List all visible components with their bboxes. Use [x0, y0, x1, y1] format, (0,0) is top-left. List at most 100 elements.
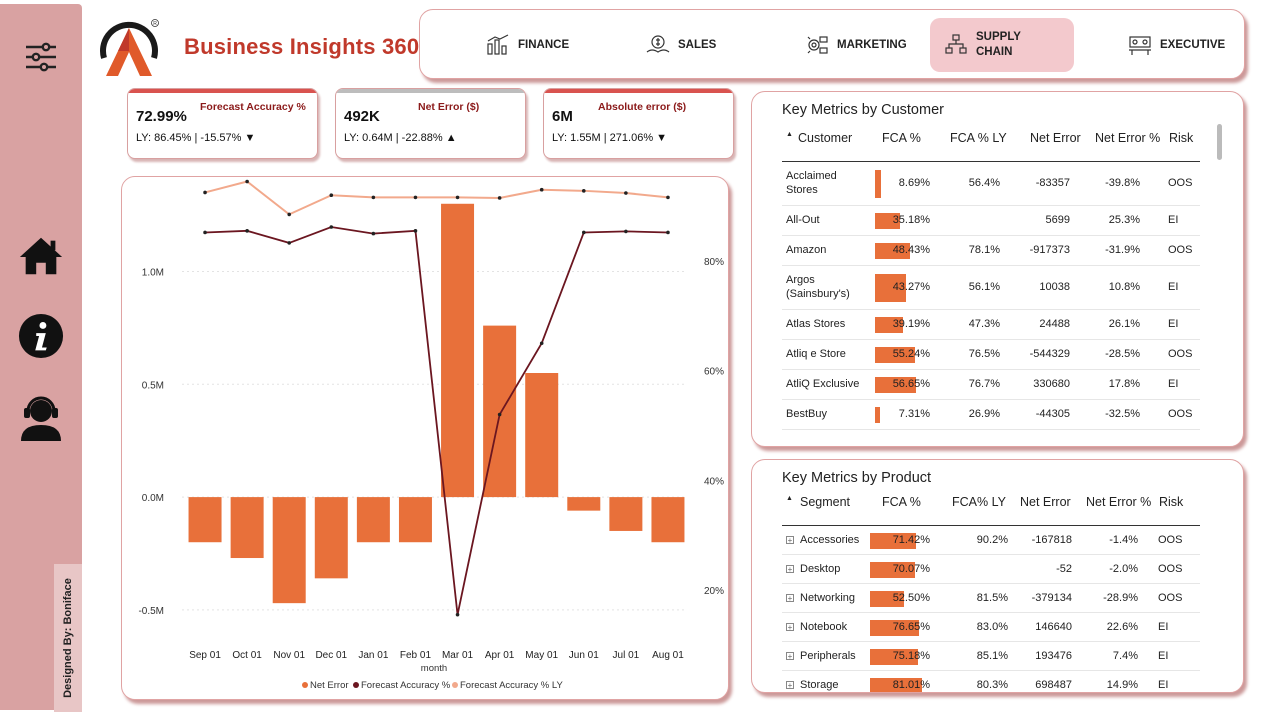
- cell-risk: OOS: [1158, 591, 1183, 604]
- table-row[interactable]: AtliQ Exclusive 56.65% 76.7% 330680 17.8% EI: [782, 370, 1200, 400]
- net-error-forecast-chart[interactable]: 1.0M 0.5M 0.0M -0.5M 80% 60% 40% 20% Sep 01 Oct 0…: [121, 176, 729, 700]
- table-row[interactable]: + Storage 81.01% 80.3% 698487 14.9% EI: [782, 671, 1200, 692]
- cell-fca-ly: 78.1%: [968, 244, 1000, 256]
- cell-risk: EI: [1168, 214, 1179, 226]
- tab-finance[interactable]: FINANCE: [472, 18, 583, 72]
- table-row[interactable]: Acclaimed Stores 8.69% 56.4% -83357 -39.8% OOS: [782, 162, 1200, 206]
- row-name: AtliQ Exclusive: [786, 378, 860, 390]
- tab-marketing[interactable]: MARKETING: [791, 18, 921, 72]
- fca-ly-line-point: [413, 195, 418, 200]
- cell-risk: OOS: [1158, 562, 1183, 575]
- sidebar: Designed By: Boniface: [0, 4, 82, 712]
- row-name-line-2: Stores: [786, 184, 818, 196]
- cell-fca-ly: 81.5%: [976, 591, 1008, 604]
- column-header[interactable]: FCA % LY: [950, 131, 1007, 145]
- row-name: Amazon: [786, 244, 827, 256]
- tab-executive[interactable]: EXECUTIVE: [1114, 18, 1239, 72]
- cell-net-error-pct: 10.8%: [1108, 281, 1140, 293]
- tab-sales[interactable]: SALES: [632, 18, 730, 72]
- table-row[interactable]: BestBuy 7.31% 26.9% -44305 -32.5% OOS: [782, 400, 1200, 430]
- x-tick-label: Aug 01: [652, 650, 684, 661]
- fca-ly-line-point: [497, 196, 502, 200]
- y-right-tick-label: 20%: [704, 586, 724, 597]
- net-error-bar: [441, 203, 475, 498]
- table-row[interactable]: + Peripherals 75.18% 85.1% 193476 7.4% EI: [782, 642, 1200, 671]
- kpi-absolute-error[interactable]: 6M Absolute error ($) LY: 1.55M | 271.06…: [543, 88, 734, 159]
- brand-title: Business Insights 360: [184, 34, 420, 59]
- table-row[interactable]: Amazon 48.43% 78.1% -917373 -31.9% OOS: [782, 236, 1200, 266]
- expand-icon[interactable]: +: [786, 622, 794, 631]
- expand-icon[interactable]: +: [786, 535, 794, 544]
- column-header[interactable]: Risk: [1159, 495, 1183, 509]
- x-tick-label: Jul 01: [613, 650, 640, 661]
- cell-net-error-pct: 22.6%: [1106, 620, 1138, 633]
- column-header[interactable]: Net Error: [1020, 495, 1071, 509]
- supply-chain-icon: [945, 34, 967, 54]
- y-left-tick-label: 1.0M: [142, 267, 164, 278]
- column-header[interactable]: Net Error %: [1086, 495, 1151, 509]
- expand-icon[interactable]: +: [786, 564, 794, 573]
- cell-fca-ly: 90.2%: [976, 533, 1008, 546]
- column-header[interactable]: Net Error: [1030, 131, 1081, 145]
- product-table-title: Key Metrics by Product: [782, 470, 932, 486]
- column-header[interactable]: FCA% LY: [952, 495, 1006, 509]
- customer-table-title: Key Metrics by Customer: [782, 102, 944, 118]
- filter-button[interactable]: [18, 34, 64, 80]
- column-header[interactable]: Customer: [798, 131, 852, 145]
- cell-fca-ly: 56.1%: [968, 281, 1000, 293]
- cell-fca-ly: 80.3%: [976, 678, 1008, 691]
- cell-net-error-pct: 7.4%: [1112, 649, 1138, 662]
- table-row[interactable]: All-Out 35.18% 5699 25.3% EI: [782, 206, 1200, 236]
- support-button[interactable]: [18, 394, 64, 441]
- sales-icon: [646, 35, 670, 53]
- table-row[interactable]: Atliq e Store 55.24% 76.5% -544329 -28.5% OOS: [782, 340, 1200, 370]
- table-row[interactable]: Atlas Stores 39.19% 47.3% 24488 26.1% EI: [782, 310, 1200, 340]
- table-row[interactable]: + Desktop 70.07% -52 -2.0% OOS: [782, 555, 1200, 584]
- sort-ascending-icon[interactable]: ▲: [786, 131, 793, 138]
- cell-fca: 8.69%: [898, 177, 930, 189]
- cell-net-error-pct: 25.3%: [1108, 214, 1140, 226]
- fca-line-point: [624, 229, 628, 234]
- fca-data-bar: [875, 407, 880, 423]
- cell-fca: 71.42%: [892, 533, 930, 546]
- cell-risk: OOS: [1168, 348, 1193, 360]
- kpi-forecast-accuracy[interactable]: 72.99% Forecast Accuracy % LY: 86.45% | …: [127, 88, 318, 159]
- column-header[interactable]: Net Error %: [1095, 131, 1160, 145]
- tab-supply-chain[interactable]: SUPPLY CHAIN: [930, 18, 1074, 72]
- table-row[interactable]: + Notebook 76.65% 83.0% 146640 22.6% EI: [782, 613, 1200, 642]
- cell-net-error-pct: 14.9%: [1106, 678, 1138, 691]
- row-name: Acclaimed: [786, 170, 837, 182]
- cell-net-error-pct: -1.4%: [1109, 533, 1138, 546]
- column-header[interactable]: Segment: [800, 495, 850, 509]
- table-row[interactable]: + Accessories 71.42% 90.2% -167818 -1.4% OOS: [782, 526, 1200, 555]
- column-header[interactable]: Risk: [1169, 131, 1193, 145]
- sort-ascending-icon[interactable]: ▲: [786, 495, 793, 502]
- info-button[interactable]: [18, 313, 64, 359]
- expand-icon[interactable]: +: [786, 593, 794, 602]
- home-button[interactable]: [18, 233, 64, 279]
- cell-fca: 56.65%: [892, 378, 930, 390]
- kpi-net-error[interactable]: 492K Net Error ($) LY: 0.64M | -22.88% ▲: [335, 88, 526, 159]
- fca-line-point: [371, 231, 376, 236]
- cell-net-error-pct: -31.9%: [1105, 244, 1140, 256]
- expand-icon[interactable]: +: [786, 651, 794, 660]
- expand-icon[interactable]: +: [786, 680, 794, 689]
- customer-table-scrollbar[interactable]: [1217, 124, 1222, 160]
- column-header[interactable]: FCA %: [882, 131, 921, 145]
- row-name: Accessories: [800, 533, 860, 546]
- cell-risk: EI: [1158, 620, 1169, 633]
- row-name: Argos: [786, 274, 815, 286]
- cell-risk: EI: [1158, 678, 1169, 691]
- x-tick-label: Dec 01: [315, 650, 347, 661]
- column-header[interactable]: FCA %: [882, 495, 921, 509]
- x-tick-label: Nov 01: [273, 650, 305, 661]
- table-row[interactable]: + Networking 52.50% 81.5% -379134 -28.9% OOS: [782, 584, 1200, 613]
- x-tick-label: Jun 01: [569, 650, 599, 661]
- x-tick-label: Oct 01: [232, 650, 262, 661]
- cell-fca-ly: 56.4%: [968, 177, 1000, 189]
- table-row[interactable]: Argos (Sainsbury's) 43.27% 56.1% 10038 10.8% E…: [782, 266, 1200, 310]
- legend-marker: [302, 682, 308, 688]
- y-right-tick-label: 60%: [704, 367, 724, 378]
- row-name: Notebook: [800, 620, 848, 633]
- fca-ly-line-point: [666, 195, 670, 200]
